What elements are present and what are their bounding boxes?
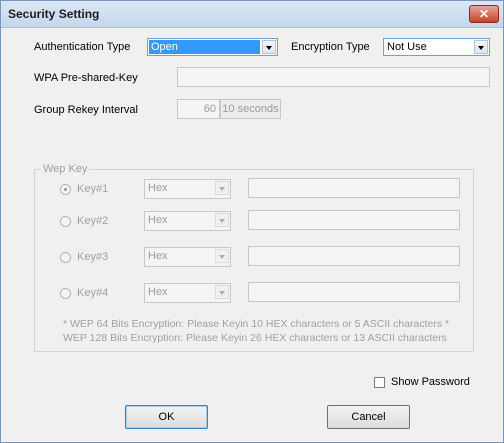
chevron-down-icon[interactable]: [215, 181, 229, 195]
wep64-note: * WEP 64 Bits Encryption: Please Keyin 1…: [63, 318, 450, 330]
authentication-type-label: Authentication Type: [34, 41, 131, 53]
authentication-type-select[interactable]: Open: [147, 38, 278, 56]
ok-button[interactable]: OK: [125, 405, 208, 429]
security-setting-dialog: Security Setting ✕ Authentication Type O…: [0, 0, 504, 443]
key1-format-value: Hex: [148, 182, 168, 194]
encryption-type-value: Not Use: [387, 41, 427, 53]
key2-input[interactable]: [248, 210, 460, 230]
key2-radio[interactable]: [60, 216, 71, 227]
show-password-label: Show Password: [391, 376, 470, 388]
wpa-key-label: WPA Pre-shared-Key: [34, 72, 138, 84]
wep128-note: WEP 128 Bits Encryption: Please Keyin 26…: [63, 332, 447, 344]
show-password-checkbox[interactable]: [374, 377, 385, 388]
key1-radio[interactable]: [60, 184, 71, 195]
key3-radio[interactable]: [60, 252, 71, 263]
encryption-type-select[interactable]: Not Use: [383, 38, 490, 56]
key1-label: Key#1: [77, 183, 109, 195]
key2-format-value: Hex: [148, 214, 168, 226]
chevron-down-icon[interactable]: [215, 285, 229, 299]
key4-input[interactable]: [248, 282, 460, 302]
authentication-type-value: Open: [149, 40, 260, 54]
cancel-button[interactable]: Cancel: [327, 405, 410, 429]
key3-format-value: Hex: [148, 250, 168, 262]
key4-radio[interactable]: [60, 288, 71, 299]
dialog-title: Security Setting: [8, 7, 100, 21]
close-icon[interactable]: ✕: [469, 5, 499, 23]
rekey-unit-button[interactable]: 10 seconds: [220, 99, 281, 119]
wep-key-group-label: Wep Key: [41, 163, 90, 175]
key3-format-select[interactable]: Hex: [144, 247, 231, 267]
key3-input[interactable]: [248, 246, 460, 266]
key4-label: Key#4: [77, 287, 109, 299]
key2-format-select[interactable]: Hex: [144, 211, 231, 231]
chevron-down-icon[interactable]: [215, 213, 229, 227]
title-bar: Security Setting ✕: [1, 1, 503, 28]
wpa-key-input[interactable]: [177, 67, 490, 87]
encryption-type-label: Encryption Type: [291, 41, 370, 53]
key1-format-select[interactable]: Hex: [144, 179, 231, 199]
chevron-down-icon[interactable]: [262, 40, 276, 54]
key3-label: Key#3: [77, 251, 109, 263]
key2-label: Key#2: [77, 215, 109, 227]
key4-format-value: Hex: [148, 286, 168, 298]
group-rekey-label: Group Rekey Interval: [34, 104, 138, 116]
chevron-down-icon[interactable]: [474, 40, 488, 54]
key4-format-select[interactable]: Hex: [144, 283, 231, 303]
chevron-down-icon[interactable]: [215, 249, 229, 263]
group-rekey-input[interactable]: 60: [177, 99, 220, 119]
key1-input[interactable]: [248, 178, 460, 198]
